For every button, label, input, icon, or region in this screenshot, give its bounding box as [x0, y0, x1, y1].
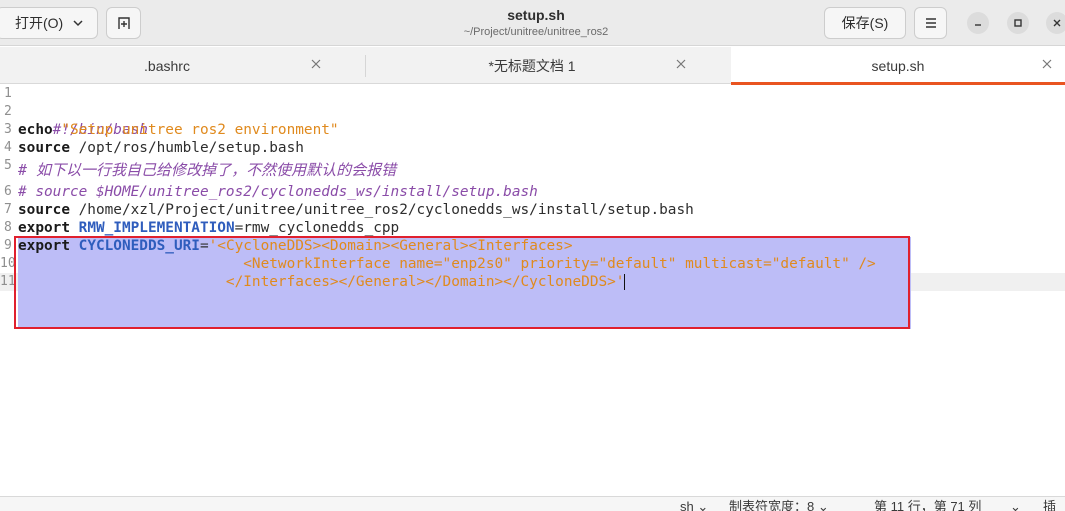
tab-label: *无标题文档 1 [488, 57, 576, 74]
string: "Setup unitree ros2 environment" [61, 122, 339, 138]
code-text: /opt/ros/humble/setup.bash [69, 140, 304, 156]
header-bar: 打开(O) setup.sh ~/Project/unitree/unitree… [0, 0, 1065, 46]
minimize-button[interactable] [967, 12, 989, 34]
menu-button[interactable] [914, 7, 947, 39]
new-tab-button[interactable] [106, 7, 141, 39]
line-number: 6 [4, 184, 12, 199]
tab-close-icon[interactable] [675, 58, 687, 70]
tab-bashrc[interactable]: .bashrc [0, 47, 334, 84]
line-number: 1 [4, 86, 12, 101]
maximize-button[interactable] [1007, 12, 1029, 34]
code-line: source /home/xzl/Project/unitree/unitree… [18, 201, 694, 219]
save-button[interactable]: 保存(S) [824, 7, 906, 39]
code-line: source /opt/ros/humble/setup.bash [18, 139, 304, 157]
tab-close-icon[interactable] [1041, 58, 1053, 70]
close-icon [1053, 19, 1061, 27]
line-number: 7 [4, 202, 12, 217]
line-number: 8 [4, 220, 12, 235]
window-title: setup.sh ~/Project/unitree/unitree_ros2 [386, 6, 686, 40]
document-title: setup.sh [507, 7, 565, 23]
code-line: # source $HOME/unitree_ros2/cyclonedds_w… [18, 183, 538, 201]
open-button[interactable]: 打开(O) [0, 7, 98, 39]
line-number: 11 [0, 274, 16, 289]
tab-bar: .bashrc *无标题文档 1 setup.sh [0, 47, 1065, 85]
comment: # 如下以一行我自己给修改掉了，不然使用默认的会报错 [18, 161, 397, 179]
status-bar: sh ⌄ 制表符宽度：8 ⌄ 第 11 行，第 71 列 ⌄ 插 [0, 496, 1065, 511]
keyword: echo [18, 122, 53, 138]
maximize-icon [1014, 19, 1022, 27]
comment: # source $HOME/unitree_ros2/cyclonedds_w… [18, 184, 538, 200]
keyword: source [18, 202, 70, 218]
text-editor[interactable]: 1 2 3 4 5 6 7 8 9 10 11 #!/bin/bash echo… [0, 85, 1065, 496]
hamburger-icon [925, 18, 936, 28]
line-number: 3 [4, 122, 12, 137]
code-line: #!/bin/bash [18, 103, 148, 138]
code-line: # 如下以一行我自己给修改掉了，不然使用默认的会报错 [18, 161, 396, 179]
tab-setup-sh[interactable]: setup.sh [731, 47, 1065, 85]
highlight-annotation-box [14, 236, 910, 329]
minimize-icon [975, 24, 981, 26]
cursor-position[interactable]: 第 11 行，第 71 列 [874, 500, 981, 511]
position-dropdown-icon[interactable]: ⌄ [1010, 500, 1021, 511]
variable: RMW_IMPLEMENTATION [78, 220, 235, 236]
new-tab-icon [117, 17, 130, 29]
open-button-label: 打开(O) [15, 15, 64, 31]
keyword: export [18, 220, 70, 236]
insert-mode-indicator[interactable]: 插 [1043, 500, 1056, 511]
line-number: 4 [4, 140, 12, 155]
document-path: ~/Project/unitree/unitree_ros2 [463, 26, 609, 38]
line-number: 5 [4, 158, 12, 173]
tab-label: setup.sh [871, 57, 925, 74]
line-number: 2 [4, 104, 12, 119]
tab-label: .bashrc [144, 57, 190, 74]
line-number: 10 [0, 256, 16, 271]
code-line: echo "Setup unitree ros2 environment" [18, 121, 339, 139]
chevron-down-icon [73, 20, 83, 27]
save-button-label: 保存(S) [841, 15, 889, 31]
tab-width-selector[interactable]: 制表符宽度：8 ⌄ [729, 500, 829, 511]
language-selector[interactable]: sh ⌄ [680, 500, 708, 511]
tab-close-icon[interactable] [310, 58, 322, 70]
close-window-button[interactable] [1046, 12, 1065, 34]
keyword: source [18, 140, 70, 156]
code-text: /home/xzl/Project/unitree/unitree_ros2/c… [69, 202, 694, 218]
code-text: =rmw_cyclonedds_cpp [234, 220, 400, 236]
tab-untitled[interactable]: *无标题文档 1 [365, 47, 699, 84]
code-line: export RMW_IMPLEMENTATION=rmw_cyclonedds… [18, 219, 399, 237]
